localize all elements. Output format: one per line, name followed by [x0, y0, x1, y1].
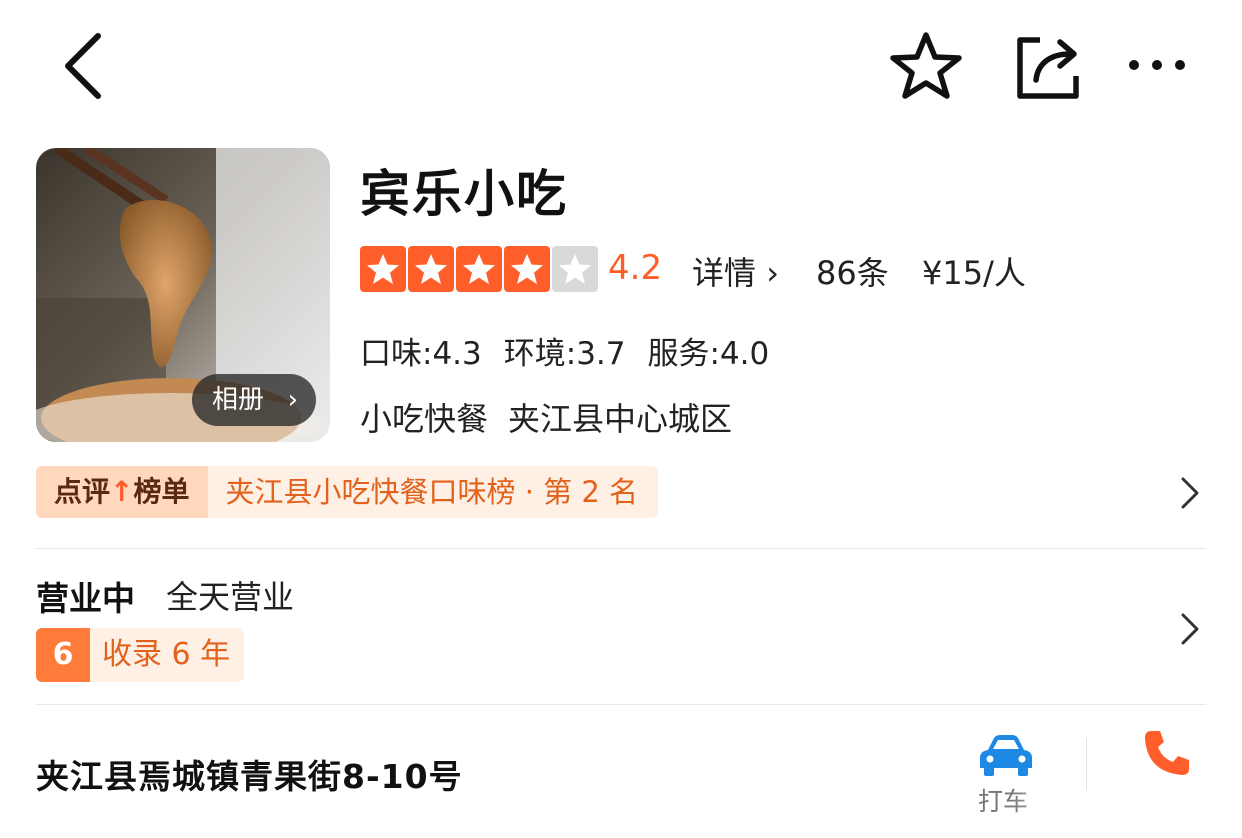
review-count[interactable]: 86条	[816, 248, 889, 294]
ranking-badge-label: 点评↑榜单	[36, 466, 208, 518]
price-per-person: ¥15/人	[922, 254, 1026, 292]
category-type: 小吃快餐	[360, 400, 489, 438]
star-filled-icon	[408, 246, 454, 292]
listed-years-number: 6	[36, 628, 90, 682]
star-filled-icon	[360, 246, 406, 292]
bottom-fade-overlay	[1010, 790, 1242, 838]
category-area: 夹江县中心城区	[508, 400, 733, 438]
ranking-badge[interactable]: 点评↑榜单 夹江县小吃快餐口味榜 · 第 2 名	[36, 466, 659, 518]
star-outline-icon[interactable]	[888, 30, 964, 102]
star-filled-icon	[504, 246, 550, 292]
more-icon[interactable]	[1122, 46, 1192, 84]
rating-detail-link[interactable]: 详情 ›	[692, 248, 779, 294]
divider	[36, 704, 1206, 705]
chevron-right-icon[interactable]	[1180, 612, 1200, 646]
album-label: 相册	[212, 385, 265, 415]
top-nav	[0, 0, 1242, 130]
star-rating	[360, 246, 598, 292]
star-filled-icon	[456, 246, 502, 292]
phone-icon[interactable]	[1142, 728, 1192, 778]
arrow-up-icon: ↑	[110, 475, 134, 508]
chevron-right-icon: ›	[756, 254, 779, 292]
chevron-right-icon[interactable]	[1180, 476, 1200, 510]
chevron-left-icon[interactable]	[56, 30, 112, 102]
star-empty-icon	[552, 246, 598, 292]
subscore-taste: 口味:4.3	[360, 336, 482, 372]
categories: 小吃快餐 夹江县中心城区	[360, 394, 732, 440]
rating-detail-label: 详情	[692, 254, 757, 292]
address-text[interactable]: 夹江县焉城镇青果街8-10号	[36, 750, 463, 798]
subscores: 口味:4.3 环境:3.7 服务:4.0	[360, 328, 769, 373]
open-status: 营业中	[36, 579, 135, 618]
open-hours: 全天营业	[166, 578, 295, 616]
chevron-right-icon: ›	[287, 385, 298, 415]
rating-score: 4.2	[608, 248, 663, 288]
ranking-badge-prefix: 点评	[54, 475, 111, 508]
album-button[interactable]: 相册 ›	[192, 374, 316, 426]
subscore-environment: 环境:3.7	[503, 336, 626, 372]
ranking-badge-suffix: 榜单	[133, 475, 190, 508]
divider	[36, 548, 1206, 549]
listed-years-badge: 6 收录 6 年	[36, 628, 245, 682]
listed-years-text: 收录 6 年	[90, 628, 245, 682]
share-icon[interactable]	[1012, 32, 1084, 102]
car-icon[interactable]	[978, 732, 1034, 778]
ranking-text: 夹江县小吃快餐口味榜 · 第 2 名	[207, 466, 659, 518]
shop-name: 宾乐小吃	[360, 165, 568, 223]
subscore-service: 服务:4.0	[647, 336, 770, 372]
